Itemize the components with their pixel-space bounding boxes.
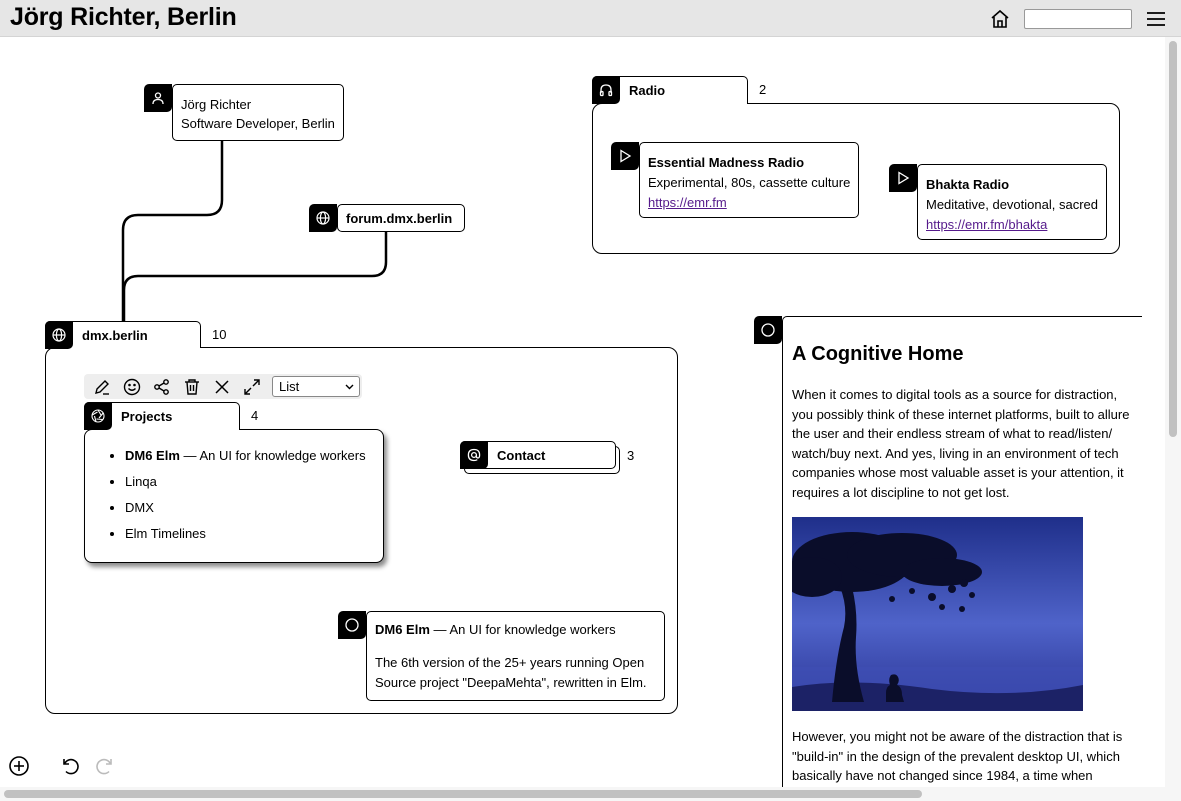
at-icon — [460, 441, 488, 469]
radio-item-title: Essential Madness Radio — [648, 155, 805, 170]
edit-icon[interactable] — [93, 378, 111, 396]
close-icon[interactable] — [213, 378, 231, 396]
dmx-count: 10 — [212, 327, 227, 342]
meditation-tree-image — [792, 517, 1083, 711]
contact-label: Contact — [497, 448, 546, 463]
redo-icon[interactable] — [94, 755, 116, 777]
view-select[interactable]: List — [272, 376, 360, 397]
list-item[interactable]: DMX — [125, 500, 366, 526]
list-item[interactable]: DM6 Elm — An UI for knowledge workers — [125, 448, 366, 474]
share-icon[interactable] — [153, 378, 171, 396]
radio-item[interactable]: Bhakta Radio Meditative, devotional, sac… — [917, 164, 1107, 240]
play-icon[interactable] — [611, 142, 639, 170]
circle-icon — [754, 316, 782, 344]
play-icon[interactable] — [889, 164, 917, 192]
vertical-scrollbar[interactable] — [1165, 37, 1181, 787]
projects-count: 4 — [251, 408, 259, 423]
trash-icon[interactable] — [183, 378, 201, 396]
radio-item[interactable]: Essential Madness Radio Experimental, 80… — [639, 142, 859, 218]
headphones-icon — [592, 76, 620, 104]
chevron-down-icon — [345, 384, 354, 390]
article-paragraph: When it comes to digital tools as a sour… — [792, 387, 1130, 500]
radio-count: 2 — [759, 82, 767, 97]
radio-item-desc: Meditative, devotional, sacred — [926, 197, 1098, 212]
aperture-icon — [84, 402, 112, 430]
radio-item-link[interactable]: https://emr.fm — [648, 193, 850, 213]
user-icon — [144, 84, 172, 112]
dm6-title: DM6 Elm — [375, 622, 430, 637]
view-select-value: List — [279, 379, 300, 394]
person-role: Software Developer, Berlin — [181, 116, 335, 131]
globe-icon — [45, 321, 73, 349]
contact-count: 3 — [627, 448, 635, 463]
radio-item-link[interactable]: https://emr.fm/bhakta — [926, 215, 1098, 235]
dm6-sep: — — [433, 622, 447, 637]
add-icon[interactable] — [8, 755, 30, 777]
dm6-desc: An UI for knowledge workers — [449, 622, 616, 637]
radio-item-title: Bhakta Radio — [926, 177, 1010, 192]
dm6-body: The 6th version of the 25+ years running… — [375, 655, 647, 690]
radio-label: Radio — [629, 83, 666, 98]
emoji-icon[interactable] — [123, 378, 141, 396]
person-topic[interactable]: Jörg Richter Software Developer, Berlin — [172, 84, 344, 141]
projects-label: Projects — [121, 409, 173, 424]
topic-toolbar: List — [84, 374, 362, 399]
projects-list[interactable]: DM6 Elm — An UI for knowledge workers Li… — [84, 429, 384, 563]
dmx-label: dmx.berlin — [82, 328, 148, 343]
article-title: A Cognitive Home — [792, 343, 964, 365]
forum-label: forum.dmx.berlin — [346, 211, 453, 226]
undo-icon[interactable] — [59, 755, 81, 777]
person-name: Jörg Richter — [181, 97, 252, 112]
list-item[interactable]: Linqa — [125, 474, 366, 500]
circle-icon — [338, 611, 366, 639]
fullscreen-icon[interactable] — [243, 378, 261, 396]
horizontal-scrollbar[interactable] — [0, 787, 1181, 801]
dm6-topic[interactable]: DM6 Elm — An UI for knowledge workers Th… — [366, 611, 665, 701]
forum-topic[interactable]: forum.dmx.berlin — [337, 204, 465, 232]
radio-item-desc: Experimental, 80s, cassette culture — [648, 175, 851, 190]
globe-icon — [309, 204, 337, 232]
list-item[interactable]: Elm Timelines — [125, 526, 366, 552]
article-paragraph: However, you might not be aware of the d… — [792, 729, 1123, 783]
article-topic[interactable]: A Cognitive Home When it comes to digita… — [782, 316, 1142, 791]
